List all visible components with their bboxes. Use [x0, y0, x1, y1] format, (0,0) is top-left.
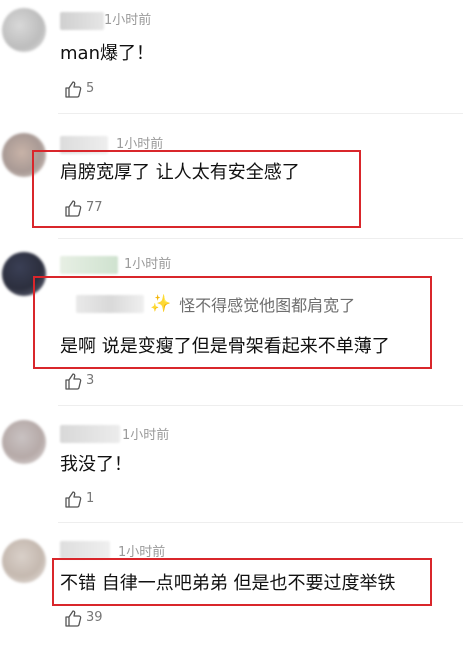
- quoted-username-blurred: [76, 295, 144, 313]
- quoted-reply[interactable]: ✨ 怪不得感觉他图都肩宽了: [60, 289, 430, 319]
- thumbs-up-icon: [65, 81, 82, 98]
- thumbs-up-icon: [65, 491, 82, 508]
- username-blurred[interactable]: [60, 541, 110, 559]
- username-blurred[interactable]: [60, 136, 108, 154]
- like-count: 39: [86, 610, 103, 625]
- like-count: 3: [86, 373, 95, 388]
- like-button[interactable]: 3: [63, 371, 94, 391]
- comment-time: 1小时前: [124, 257, 172, 272]
- avatar[interactable]: [2, 8, 46, 52]
- like-button[interactable]: 77: [63, 198, 103, 218]
- divider: [58, 238, 463, 239]
- divider: [58, 405, 463, 406]
- like-count: 5: [86, 81, 95, 96]
- like-button[interactable]: 1: [63, 489, 94, 509]
- divider: [58, 522, 463, 523]
- quoted-text: 怪不得感觉他图都肩宽了: [179, 296, 356, 315]
- avatar[interactable]: [2, 539, 46, 583]
- comment-time: 1小时前: [118, 545, 166, 560]
- divider: [58, 113, 463, 114]
- thumbs-up-icon: [65, 200, 82, 217]
- avatar[interactable]: [2, 133, 46, 177]
- comment-text: 我没了！: [60, 454, 132, 475]
- like-count: 77: [86, 200, 103, 215]
- avatar[interactable]: [2, 420, 46, 464]
- thumbs-up-icon: [65, 373, 82, 390]
- comment-text: 肩膀宽厚了 让人太有安全感了: [60, 162, 300, 183]
- comment-text: 是啊 说是变瘦了但是骨架看起来不单薄了: [60, 336, 390, 357]
- comment-time: 1小时前: [122, 428, 170, 443]
- like-button[interactable]: 5: [63, 79, 94, 99]
- like-count: 1: [86, 491, 95, 506]
- sparkle-icon: ✨: [150, 294, 172, 314]
- username-blurred[interactable]: [60, 256, 118, 274]
- username-blurred[interactable]: [60, 425, 120, 443]
- avatar[interactable]: [2, 252, 46, 296]
- comment-time: 1小时前: [104, 13, 152, 28]
- comment-text: man爆了！: [60, 43, 154, 64]
- comment-text: 不错 自律一点吧弟弟 但是也不要过度举铁: [60, 573, 396, 594]
- like-button[interactable]: 39: [63, 608, 103, 628]
- thumbs-up-icon: [65, 610, 82, 627]
- comment-time: 1小时前: [116, 137, 164, 152]
- username-blurred[interactable]: [60, 12, 104, 30]
